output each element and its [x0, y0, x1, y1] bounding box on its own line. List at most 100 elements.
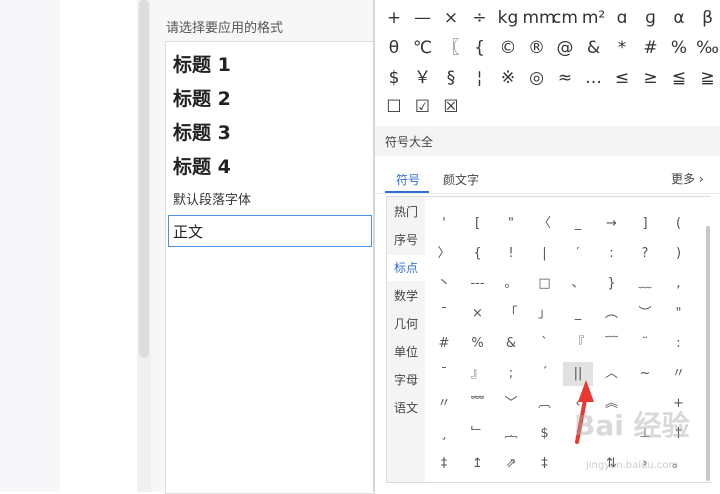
- recent-symbol[interactable]: {: [466, 37, 494, 59]
- recent-symbol[interactable]: ☑: [409, 96, 437, 118]
- symbol-cell[interactable]: ﹏: [630, 272, 660, 296]
- symbol-cell[interactable]: ´: [530, 362, 560, 386]
- recent-symbol[interactable]: ￥: [409, 67, 437, 89]
- symbol-cell[interactable]: ?: [630, 242, 660, 266]
- symbol-cell[interactable]: ︷: [496, 422, 526, 446]
- symbol-cell[interactable]: `: [530, 332, 560, 356]
- recent-symbol[interactable]: +: [380, 7, 408, 29]
- symbol-cell[interactable]: 」: [530, 302, 560, 326]
- symbol-cell[interactable]: %: [463, 332, 493, 356]
- category-item[interactable]: 字母: [387, 367, 425, 393]
- recent-symbol[interactable]: β: [694, 7, 720, 29]
- recent-symbol[interactable]: #: [637, 37, 665, 59]
- recent-symbol[interactable]: α: [665, 7, 693, 29]
- recent-symbol[interactable]: ©: [494, 37, 522, 59]
- recent-symbol[interactable]: ☐: [380, 96, 408, 118]
- symbol-cell[interactable]: 「: [496, 302, 526, 326]
- recent-symbol[interactable]: ®: [523, 37, 551, 59]
- recent-symbol[interactable]: @: [551, 37, 579, 59]
- category-item[interactable]: 单位: [387, 339, 425, 365]
- recent-symbol[interactable]: ℃: [409, 37, 437, 59]
- recent-symbol[interactable]: θ: [380, 37, 408, 59]
- symbol-cell[interactable]: &: [496, 332, 526, 356]
- category-item[interactable]: 序号: [387, 227, 425, 253]
- recent-symbol[interactable]: §: [437, 67, 465, 89]
- symbol-cell[interactable]: ;: [496, 362, 526, 386]
- category-item[interactable]: 数学: [387, 283, 425, 309]
- recent-symbol[interactable]: ɡ: [637, 7, 665, 29]
- style-body-text[interactable]: 正文: [168, 215, 372, 247]
- document-scrollbar[interactable]: [139, 0, 149, 358]
- more-link[interactable]: 更多 ›: [671, 170, 704, 187]
- recent-symbol[interactable]: ≥: [637, 67, 665, 89]
- tab-kaomoji[interactable]: 颜文字: [443, 171, 479, 188]
- category-item[interactable]: 几何: [387, 311, 425, 337]
- symbol-cell[interactable]: ︹: [530, 392, 560, 416]
- symbol-cell[interactable]: !: [496, 242, 526, 266]
- symbol-cell[interactable]: ﹂: [463, 422, 493, 446]
- symbol-cell[interactable]: :: [664, 332, 694, 356]
- recent-symbol[interactable]: ÷: [466, 7, 494, 29]
- symbol-cell[interactable]: ": [496, 212, 526, 236]
- recent-symbol[interactable]: ‰: [694, 37, 720, 59]
- symbol-cell[interactable]: (: [664, 212, 694, 236]
- symbol-cell[interactable]: ﹋: [597, 332, 627, 356]
- category-item[interactable]: 语文: [387, 395, 425, 421]
- recent-symbol[interactable]: ◎: [523, 67, 551, 89]
- recent-symbol[interactable]: ×: [437, 7, 465, 29]
- symbol-cell[interactable]: ]: [630, 212, 660, 236]
- symbol-cell[interactable]: ¸: [429, 422, 459, 446]
- recent-symbol[interactable]: cm: [551, 7, 579, 29]
- symbol-cell[interactable]: ||: [563, 362, 593, 386]
- recent-symbol[interactable]: &: [580, 37, 608, 59]
- recent-symbol[interactable]: ≤: [608, 67, 636, 89]
- symbol-cell[interactable]: :: [597, 242, 627, 266]
- symbol-cell[interactable]: ‡: [429, 452, 459, 476]
- symbol-cell[interactable]: ﹀: [496, 392, 526, 416]
- symbol-cell[interactable]: ~: [630, 362, 660, 386]
- recent-symbol[interactable]: mm: [523, 7, 551, 29]
- style-default-paragraph-font[interactable]: 默认段落字体: [173, 189, 251, 208]
- symbol-cell[interactable]: |: [530, 242, 560, 266]
- symbol-cell[interactable]: 、: [563, 272, 593, 296]
- symbol-cell[interactable]: {: [463, 242, 493, 266]
- recent-symbol[interactable]: $: [380, 67, 408, 89]
- symbol-cell[interactable]: ": [664, 302, 694, 326]
- symbol-cell[interactable]: ︵: [597, 302, 627, 326]
- recent-symbol[interactable]: ※: [494, 67, 522, 89]
- symbol-cell[interactable]: ↥: [463, 452, 493, 476]
- symbol-cell[interactable]: ¯: [429, 302, 459, 326]
- symbol-cell[interactable]: ⇗: [496, 452, 526, 476]
- recent-symbol[interactable]: ≦: [665, 67, 693, 89]
- recent-symbol[interactable]: m²: [580, 7, 608, 29]
- recent-symbol[interactable]: ɑ: [608, 7, 636, 29]
- style-heading-4[interactable]: 标题 4: [173, 152, 231, 179]
- recent-symbol[interactable]: kg: [494, 7, 522, 29]
- recent-symbol[interactable]: …: [580, 67, 608, 89]
- symbol-cell[interactable]: ︶: [630, 302, 660, 326]
- symbol-cell[interactable]: ¯: [429, 362, 459, 386]
- symbol-cell[interactable]: 丶: [429, 272, 459, 296]
- symbol-cell[interactable]: [: [463, 212, 493, 236]
- recent-symbol[interactable]: *: [608, 37, 636, 59]
- symbol-cell[interactable]: ︿: [597, 362, 627, 386]
- tab-symbols[interactable]: 符号: [396, 171, 420, 188]
- style-heading-3[interactable]: 标题 3: [173, 118, 231, 145]
- style-heading-1[interactable]: 标题 1: [173, 50, 231, 77]
- symbol-cell[interactable]: ‡: [530, 452, 560, 476]
- recent-symbol[interactable]: %: [665, 37, 693, 59]
- symbol-cell[interactable]: ¨: [630, 332, 660, 356]
- recent-symbol[interactable]: ¦: [466, 67, 494, 89]
- symbol-cell[interactable]: ): [664, 242, 694, 266]
- symbol-cell[interactable]: _: [563, 212, 593, 236]
- symbol-cell[interactable]: _: [563, 302, 593, 326]
- symbol-cell[interactable]: $: [530, 422, 560, 446]
- symbol-cell[interactable]: ′: [563, 242, 593, 266]
- recent-symbol[interactable]: —: [409, 7, 437, 29]
- symbol-cell[interactable]: ×: [463, 302, 493, 326]
- recent-symbol[interactable]: ≈: [551, 67, 579, 89]
- symbol-cell[interactable]: 〉: [429, 242, 459, 266]
- category-item[interactable]: 标点: [387, 255, 425, 281]
- symbol-cell[interactable]: }: [597, 272, 627, 296]
- symbol-cell[interactable]: 』: [463, 362, 493, 386]
